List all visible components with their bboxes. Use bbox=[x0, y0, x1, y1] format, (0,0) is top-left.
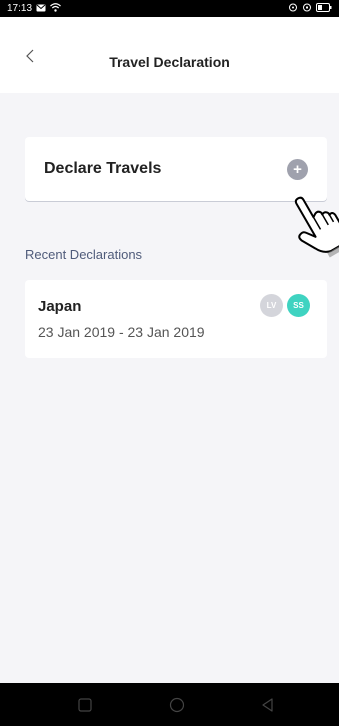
add-declaration-button[interactable]: + bbox=[287, 159, 308, 180]
system-back-button[interactable] bbox=[259, 696, 277, 714]
recent-declarations-title: Recent Declarations bbox=[25, 247, 143, 262]
plus-icon: + bbox=[293, 161, 302, 178]
message-icon bbox=[36, 4, 46, 14]
app-header: Travel Declaration bbox=[0, 17, 339, 93]
recent-apps-icon bbox=[78, 698, 92, 712]
status-right bbox=[288, 3, 332, 14]
status-time: 17:13 bbox=[7, 3, 33, 14]
recent-apps-button[interactable] bbox=[76, 696, 94, 714]
back-icon bbox=[262, 698, 273, 712]
declare-travels-label: Declare Travels bbox=[44, 160, 162, 177]
wifi-icon bbox=[50, 3, 61, 14]
avatar-lv: LV bbox=[260, 294, 283, 317]
declaration-country: Japan bbox=[38, 298, 82, 315]
status-left: 17:13 bbox=[7, 3, 61, 14]
avatar-ss: SS bbox=[287, 294, 310, 317]
page-title: Travel Declaration bbox=[109, 54, 230, 70]
status-bar: 17:13 bbox=[0, 0, 339, 17]
signal-icon bbox=[288, 3, 298, 14]
home-button[interactable] bbox=[168, 696, 186, 714]
declaration-dates: 23 Jan 2019 - 23 Jan 2019 bbox=[38, 324, 205, 340]
battery-icon bbox=[316, 3, 332, 14]
home-icon bbox=[169, 697, 185, 713]
location-icon bbox=[302, 3, 312, 14]
declare-travels-card[interactable]: Declare Travels + bbox=[25, 137, 327, 201]
system-nav-bar bbox=[0, 683, 339, 726]
declaration-item[interactable]: Japan 23 Jan 2019 - 23 Jan 2019 LV SS bbox=[25, 280, 327, 358]
